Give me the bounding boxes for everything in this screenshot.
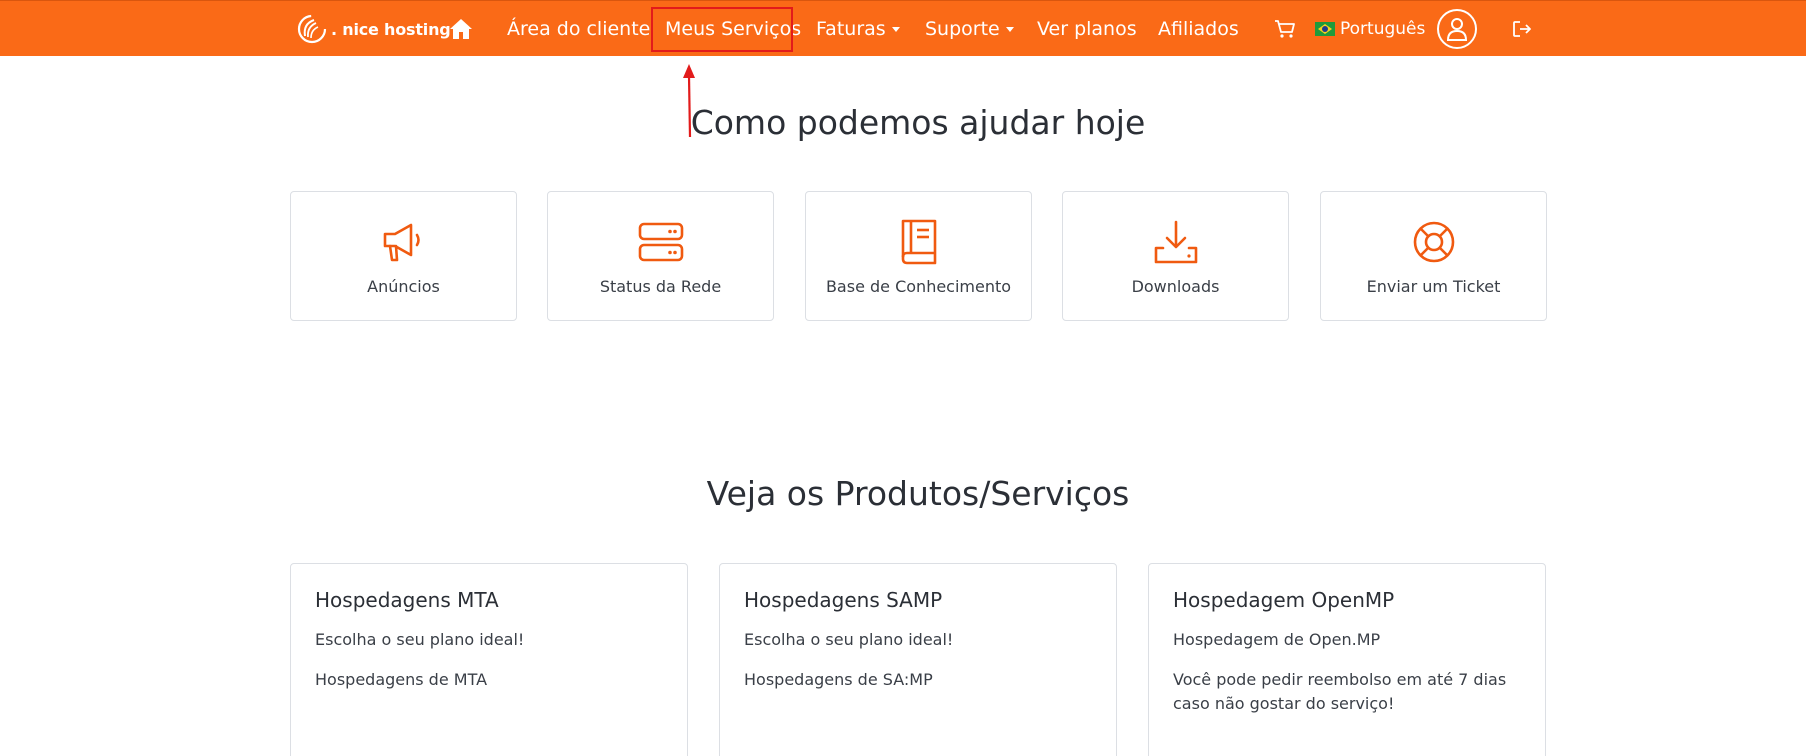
- nav-label: Meus Serviços: [665, 18, 802, 40]
- nav-label: Área do cliente: [507, 18, 651, 40]
- product-description: Escolha o seu plano ideal!: [315, 630, 525, 649]
- cart-button[interactable]: [1274, 1, 1296, 57]
- tile-status-da-rede[interactable]: Status da Rede: [547, 191, 774, 321]
- nav-ver-planos[interactable]: Ver planos: [1037, 1, 1137, 57]
- language-label: Português: [1340, 19, 1426, 39]
- logout-icon: [1513, 21, 1531, 37]
- tile-label: Anúncios: [367, 277, 440, 296]
- tile-label: Downloads: [1131, 277, 1220, 296]
- product-description: Hospedagem de Open.MP: [1173, 630, 1381, 649]
- nav-faturas-dropdown[interactable]: Faturas: [816, 1, 900, 57]
- nav-label: Suporte: [925, 18, 1000, 40]
- tile-enviar-um-ticket[interactable]: Enviar um Ticket: [1320, 191, 1547, 321]
- logo-text: . nice hosting: [331, 19, 451, 39]
- cart-icon: [1275, 20, 1295, 38]
- brazil-flag-icon: [1315, 22, 1335, 36]
- logout-button[interactable]: [1512, 1, 1534, 57]
- home-link[interactable]: [449, 1, 473, 57]
- user-avatar-button[interactable]: [1437, 9, 1477, 49]
- products-heading: Veja os Produtos/Serviços: [706, 474, 1130, 513]
- logo-swirl-icon: [297, 14, 327, 44]
- nav-afiliados[interactable]: Afiliados: [1158, 1, 1239, 57]
- nav-label: Faturas: [816, 18, 886, 40]
- book-icon: [901, 219, 936, 265]
- product-title: Hospedagens SAMP: [744, 588, 943, 612]
- nav-label: Ver planos: [1037, 18, 1137, 40]
- lifebuoy-icon: [1413, 221, 1454, 263]
- product-card-openmp[interactable]: Hospedagem OpenMP Hospedagem de Open.MP …: [1148, 563, 1546, 756]
- language-selector[interactable]: Português: [1315, 1, 1425, 57]
- user-icon: [1446, 18, 1468, 41]
- product-card-samp[interactable]: Hospedagens SAMP Escolha o seu plano ide…: [719, 563, 1117, 756]
- server-icon: [638, 222, 683, 262]
- tile-base-de-conhecimento[interactable]: Base de Conhecimento: [805, 191, 1032, 321]
- megaphone-icon: [383, 223, 420, 262]
- tile-label: Base de Conhecimento: [825, 277, 1012, 296]
- product-card-mta[interactable]: Hospedagens MTA Escolha o seu plano idea…: [290, 563, 688, 756]
- tile-anuncios[interactable]: Anúncios: [290, 191, 517, 321]
- nav-area-do-cliente[interactable]: Área do cliente: [507, 1, 650, 57]
- tile-label: Status da Rede: [599, 277, 722, 296]
- nav-label: Afiliados: [1158, 18, 1239, 40]
- product-title: Hospedagens MTA: [315, 588, 499, 612]
- brand-logo[interactable]: . nice hosting: [295, 1, 451, 57]
- product-description: Hospedagens de MTA: [315, 670, 488, 689]
- product-description: Hospedagens de SA:MP: [744, 670, 933, 689]
- tile-downloads[interactable]: Downloads: [1062, 191, 1289, 321]
- product-description: Você pode pedir reembolso em até 7 dias …: [1173, 670, 1507, 713]
- download-icon: [1154, 220, 1197, 264]
- nav-suporte-dropdown[interactable]: Suporte: [925, 1, 1014, 57]
- tile-label: Enviar um Ticket: [1366, 277, 1501, 296]
- nav-meus-servicos[interactable]: Meus Serviços: [665, 1, 801, 57]
- product-description: Escolha o seu plano ideal!: [744, 630, 954, 649]
- home-icon: [450, 19, 472, 39]
- top-navbar: . nice hosting Área do cliente Meus Serv…: [0, 0, 1806, 56]
- caret-down-icon: [891, 26, 900, 32]
- caret-down-icon: [1005, 26, 1014, 32]
- help-heading: Como podemos ajudar hoje: [690, 103, 1146, 142]
- product-title: Hospedagem OpenMP: [1173, 588, 1395, 612]
